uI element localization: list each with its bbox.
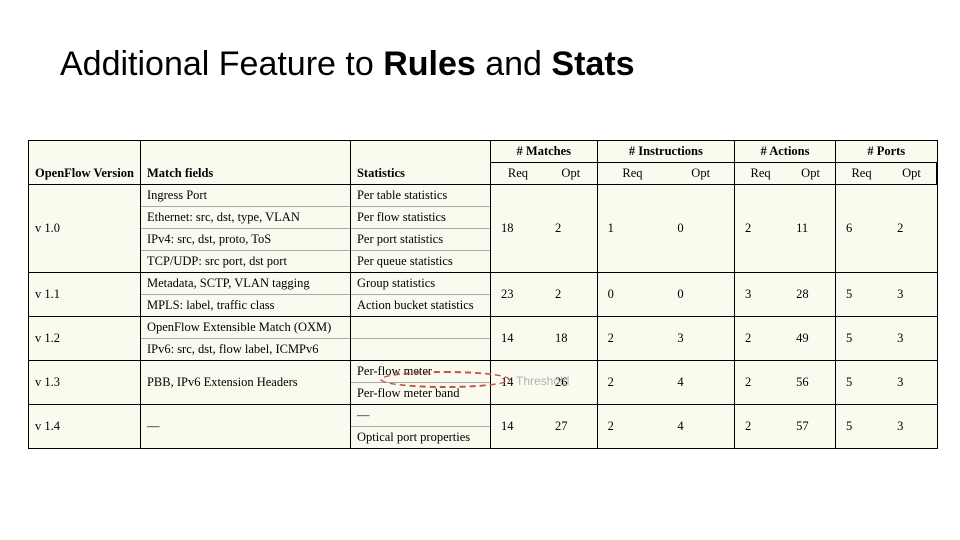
cell-num: 2	[597, 405, 667, 449]
cell-ver: v 1.4	[29, 405, 140, 449]
hdr-ports: # Ports	[835, 141, 936, 163]
cell-num: 5	[835, 273, 887, 317]
cell-num: 5	[835, 361, 887, 405]
hdr-matches: # Matches	[490, 141, 597, 163]
cell-match: TCP/UDP: src port, dst port	[140, 251, 350, 273]
cell-num: 2	[735, 185, 787, 273]
cell-num: 11	[786, 185, 835, 273]
hdr-actions: # Actions	[735, 141, 836, 163]
cell-ver: v 1.0	[29, 185, 140, 273]
cell-num: 2	[545, 273, 597, 317]
annotation-threshold: Threshold	[516, 374, 569, 388]
cell-num: 2	[735, 361, 787, 405]
cell-num: 3	[887, 317, 936, 361]
cell-stat: Action bucket statistics	[350, 295, 490, 317]
cell-num: 28	[786, 273, 835, 317]
cell-stat	[350, 339, 490, 361]
cell-match: PBB, IPv6 Extension Headers	[140, 361, 350, 405]
cell-num: 6	[835, 185, 887, 273]
title-mid: and	[476, 45, 552, 83]
hdr-version: OpenFlow Version	[29, 141, 140, 185]
cell-stat: Per-flow meter band	[350, 383, 490, 405]
cell-num: 3	[887, 405, 936, 449]
cell-match: OpenFlow Extensible Match (OXM)	[140, 317, 350, 339]
sub-opt: Opt	[786, 163, 835, 185]
cell-num: 18	[545, 317, 597, 361]
sub-opt: Opt	[887, 163, 936, 185]
cell-num: 2	[545, 185, 597, 273]
hdr-instr: # Instructions	[597, 141, 734, 163]
title-pre: Additional Feature to	[60, 45, 383, 83]
sub-req: Req	[735, 163, 787, 185]
cell-stat: —	[350, 405, 490, 427]
cell-num: 1	[597, 185, 667, 273]
title-b2: Stats	[551, 45, 634, 83]
sub-opt: Opt	[667, 163, 734, 185]
sub-req: Req	[597, 163, 667, 185]
hdr-match: Match fields	[140, 141, 350, 185]
cell-num: 56	[786, 361, 835, 405]
cell-stat: Per queue statistics	[350, 251, 490, 273]
hdr-stats: Statistics	[350, 141, 490, 185]
cell-match: IPv4: src, dst, proto, ToS	[140, 229, 350, 251]
title-b1: Rules	[383, 45, 476, 83]
cell-num: 0	[597, 273, 667, 317]
cell-num: 57	[786, 405, 835, 449]
cell-num: 3	[667, 317, 734, 361]
cell-match: MPLS: label, traffic class	[140, 295, 350, 317]
cell-num: 2	[597, 361, 667, 405]
sub-req: Req	[835, 163, 887, 185]
openflow-table: OpenFlow Version Match fields Statistics…	[28, 140, 938, 449]
cell-num: 4	[667, 405, 734, 449]
cell-stat: Optical port properties	[350, 427, 490, 449]
sub-opt: Opt	[545, 163, 597, 185]
cell-match: Ingress Port	[140, 185, 350, 207]
cell-num: 23	[490, 273, 544, 317]
cell-num: 3	[887, 273, 936, 317]
cell-stat	[350, 317, 490, 339]
cell-num: 0	[667, 185, 734, 273]
cell-num: 2	[735, 317, 787, 361]
cell-num: 3	[887, 361, 936, 405]
cell-num: 2	[597, 317, 667, 361]
cell-match: IPv6: src, dst, flow label, ICMPv6	[140, 339, 350, 361]
cell-match: Ethernet: src, dst, type, VLAN	[140, 207, 350, 229]
cell-num: 49	[786, 317, 835, 361]
cell-stat: Per flow statistics	[350, 207, 490, 229]
cell-num: 4	[667, 361, 734, 405]
cell-num: 5	[835, 405, 887, 449]
cell-ver: v 1.3	[29, 361, 140, 405]
cell-stat: Per-flow meter	[350, 361, 490, 383]
cell-num: 14	[490, 405, 544, 449]
cell-num: 27	[545, 405, 597, 449]
cell-stat: Per table statistics	[350, 185, 490, 207]
slide-title: Additional Feature to Rules and Stats	[60, 45, 635, 84]
cell-ver: v 1.1	[29, 273, 140, 317]
cell-match: —	[140, 405, 350, 449]
cell-num: 18	[490, 185, 544, 273]
cell-num: 3	[735, 273, 787, 317]
cell-num: 2	[735, 405, 787, 449]
cell-stat: Group statistics	[350, 273, 490, 295]
cell-num: 0	[667, 273, 734, 317]
cell-num: 14	[490, 317, 544, 361]
cell-ver: v 1.2	[29, 317, 140, 361]
cell-stat: Per port statistics	[350, 229, 490, 251]
cell-match: Metadata, SCTP, VLAN tagging	[140, 273, 350, 295]
sub-req: Req	[490, 163, 544, 185]
cell-num: 5	[835, 317, 887, 361]
cell-num: 2	[887, 185, 936, 273]
